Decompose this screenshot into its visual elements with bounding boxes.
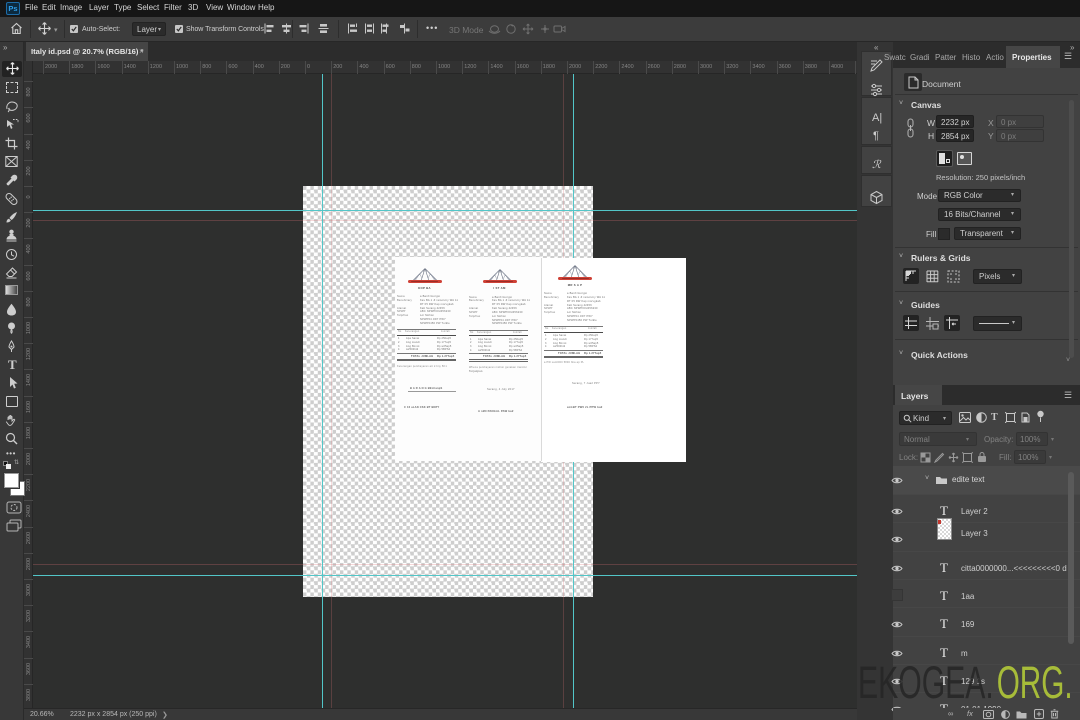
- svg-text:EKOGEA.: EKOGEA.: [858, 658, 994, 708]
- svg-text:ORG.: ORG.: [997, 658, 1073, 708]
